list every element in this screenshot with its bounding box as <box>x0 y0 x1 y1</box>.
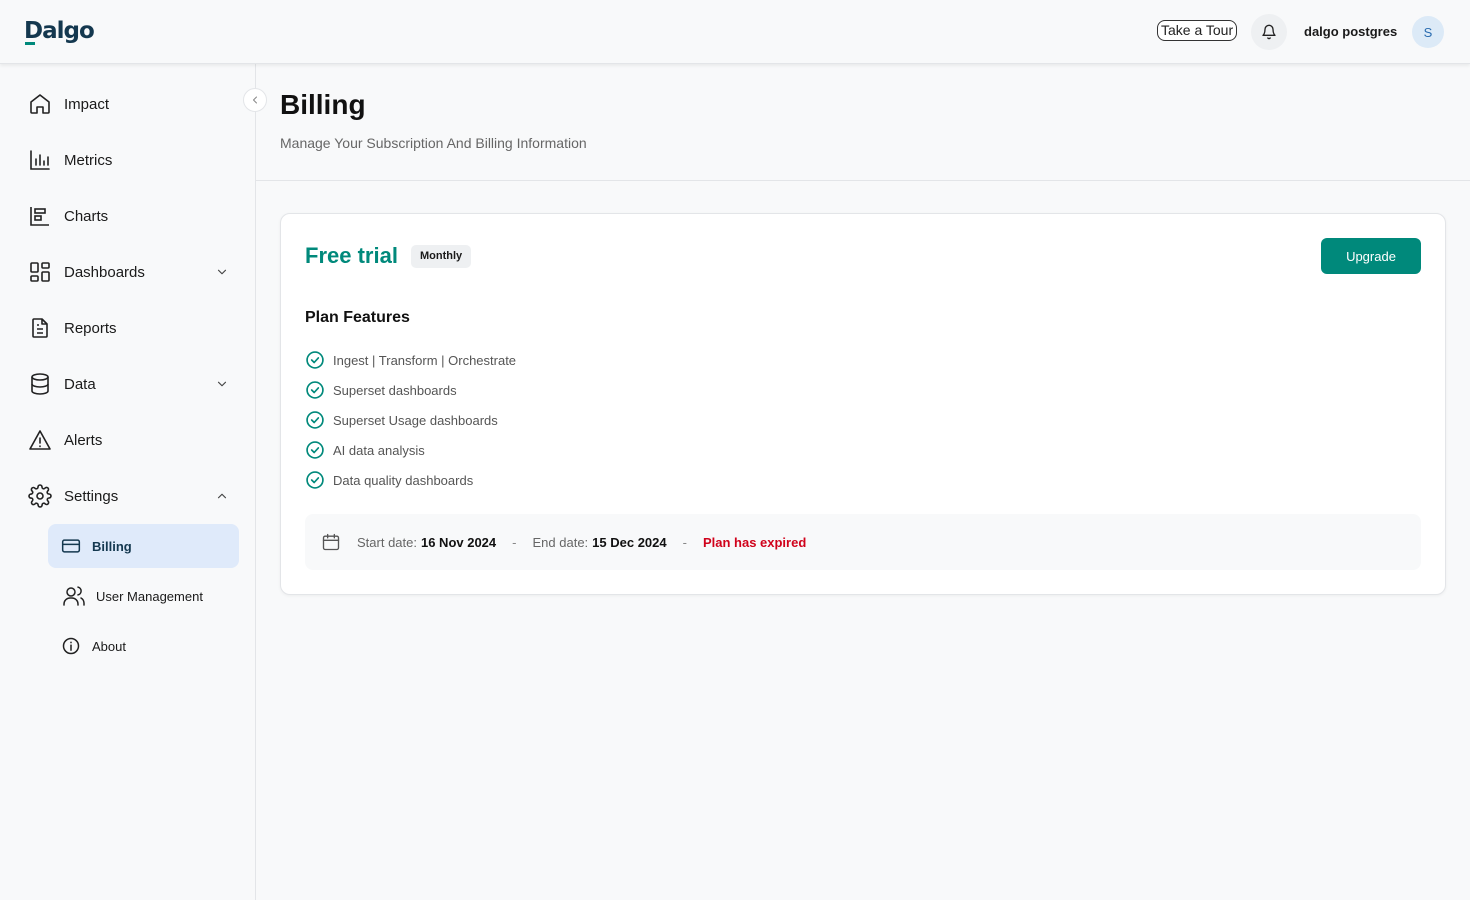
database-icon <box>28 372 52 396</box>
feature-item: Superset dashboards <box>305 380 457 400</box>
grid-icon <box>28 260 52 284</box>
check-circle-icon <box>306 411 324 429</box>
sidebar-item-label: Settings <box>64 487 119 505</box>
check-circle-icon <box>306 381 324 399</box>
sidebar-item-data[interactable]: Data <box>28 370 233 398</box>
feature-item: Data quality dashboards <box>305 470 473 490</box>
feature-label: Ingest | Transform | Orchestrate <box>333 352 517 368</box>
take-a-tour-button[interactable]: Take a Tour <box>1157 20 1238 41</box>
gear-icon <box>28 484 52 508</box>
home-icon <box>28 92 52 116</box>
chevron-down-icon[interactable] <box>215 377 229 396</box>
sidebar-item-impact[interactable]: Impact <box>28 90 233 118</box>
plan-features-title: Plan Features <box>305 309 410 326</box>
sidebar-item-alerts[interactable]: Alerts <box>28 426 233 454</box>
bar-chart-icon <box>28 148 52 172</box>
sidebar-item-settings[interactable]: Settings <box>28 482 233 510</box>
feature-label: Data quality dashboards <box>333 472 474 488</box>
upgrade-button[interactable]: Upgrade <box>1321 238 1421 274</box>
page-header: Billing Manage Your Subscription And Bil… <box>256 64 1470 181</box>
sidebar-subitem-user-management[interactable]: User Management <box>48 574 239 618</box>
info-icon <box>60 635 82 657</box>
sidebar-subitem-label: Billing <box>92 538 132 554</box>
sidebar-item-label: Reports <box>64 319 117 337</box>
sidebar-item-label: Data <box>64 375 96 393</box>
sidebar-item-label: Impact <box>64 95 110 113</box>
sidebar-item-label: Alerts <box>64 431 103 449</box>
collapse-sidebar-button[interactable] <box>243 88 267 112</box>
avatar[interactable]: S <box>1412 16 1444 48</box>
feature-item: AI data analysis <box>305 440 425 460</box>
check-circle-icon <box>306 441 324 459</box>
plan-status: Plan has expired <box>702 534 807 550</box>
notifications-button[interactable] <box>1251 14 1287 50</box>
plan-card: Free trial Monthly Upgrade Plan Features… <box>280 213 1446 595</box>
chevron-left-icon <box>253 96 257 104</box>
chevron-up-icon[interactable] <box>215 489 229 508</box>
date-separator: - <box>512 534 517 550</box>
check-circle-icon <box>306 351 324 369</box>
logo[interactable]: Dalgo <box>24 18 95 44</box>
sidebar-subitem-label: About <box>92 638 126 654</box>
sidebar-item-charts[interactable]: Charts <box>28 202 233 230</box>
sidebar-subitem-about[interactable]: About <box>48 624 239 668</box>
warning-icon <box>28 428 52 452</box>
feature-label: Superset dashboards <box>333 382 457 398</box>
check-circle-icon <box>306 471 324 489</box>
calendar-icon <box>322 533 340 551</box>
credit-card-icon <box>60 535 82 557</box>
date-separator: - <box>682 534 687 550</box>
feature-item: Ingest | Transform | Orchestrate <box>305 350 516 370</box>
sidebar-subitem-label: User Management <box>96 588 203 604</box>
sidebar-item-label: Metrics <box>64 151 113 169</box>
sidebar-item-reports[interactable]: Reports <box>28 314 233 342</box>
page-title: Billing <box>280 89 366 120</box>
page-subtitle: Manage Your Subscription And Billing Inf… <box>280 135 587 151</box>
sidebar-subitem-billing[interactable]: Billing <box>48 524 239 568</box>
sidebar-item-label: Dashboards <box>64 263 145 281</box>
document-icon <box>28 316 52 340</box>
billing-cycle-badge: Monthly <box>411 245 472 268</box>
plan-dates-bar: Start date: 16 Nov 2024 - End date: 15 D… <box>305 514 1421 570</box>
sidebar-item-metrics[interactable]: Metrics <box>28 146 233 174</box>
user-name[interactable]: dalgo postgres <box>1304 24 1397 39</box>
feature-item: Superset Usage dashboards <box>305 410 498 430</box>
sidebar-item-label: Charts <box>64 207 109 225</box>
logo-accent <box>25 42 35 45</box>
start-date-value: 16 Nov 2024 <box>420 534 497 550</box>
end-date-value: 15 Dec 2024 <box>592 534 667 550</box>
start-date-label: Start date: <box>357 534 417 550</box>
sidebar-item-dashboards[interactable]: Dashboards <box>28 258 233 286</box>
feature-label: AI data analysis <box>333 442 425 458</box>
chart-icon <box>28 204 52 228</box>
bell-icon <box>1262 24 1276 40</box>
chevron-down-icon[interactable] <box>215 265 229 284</box>
feature-label: Superset Usage dashboards <box>333 412 498 428</box>
end-date-label: End date: <box>532 534 589 550</box>
users-icon <box>62 584 86 608</box>
plan-name: Free trial <box>305 243 398 268</box>
top-bar: Dalgo Take a Tour dalgo postgres S <box>0 0 1470 64</box>
